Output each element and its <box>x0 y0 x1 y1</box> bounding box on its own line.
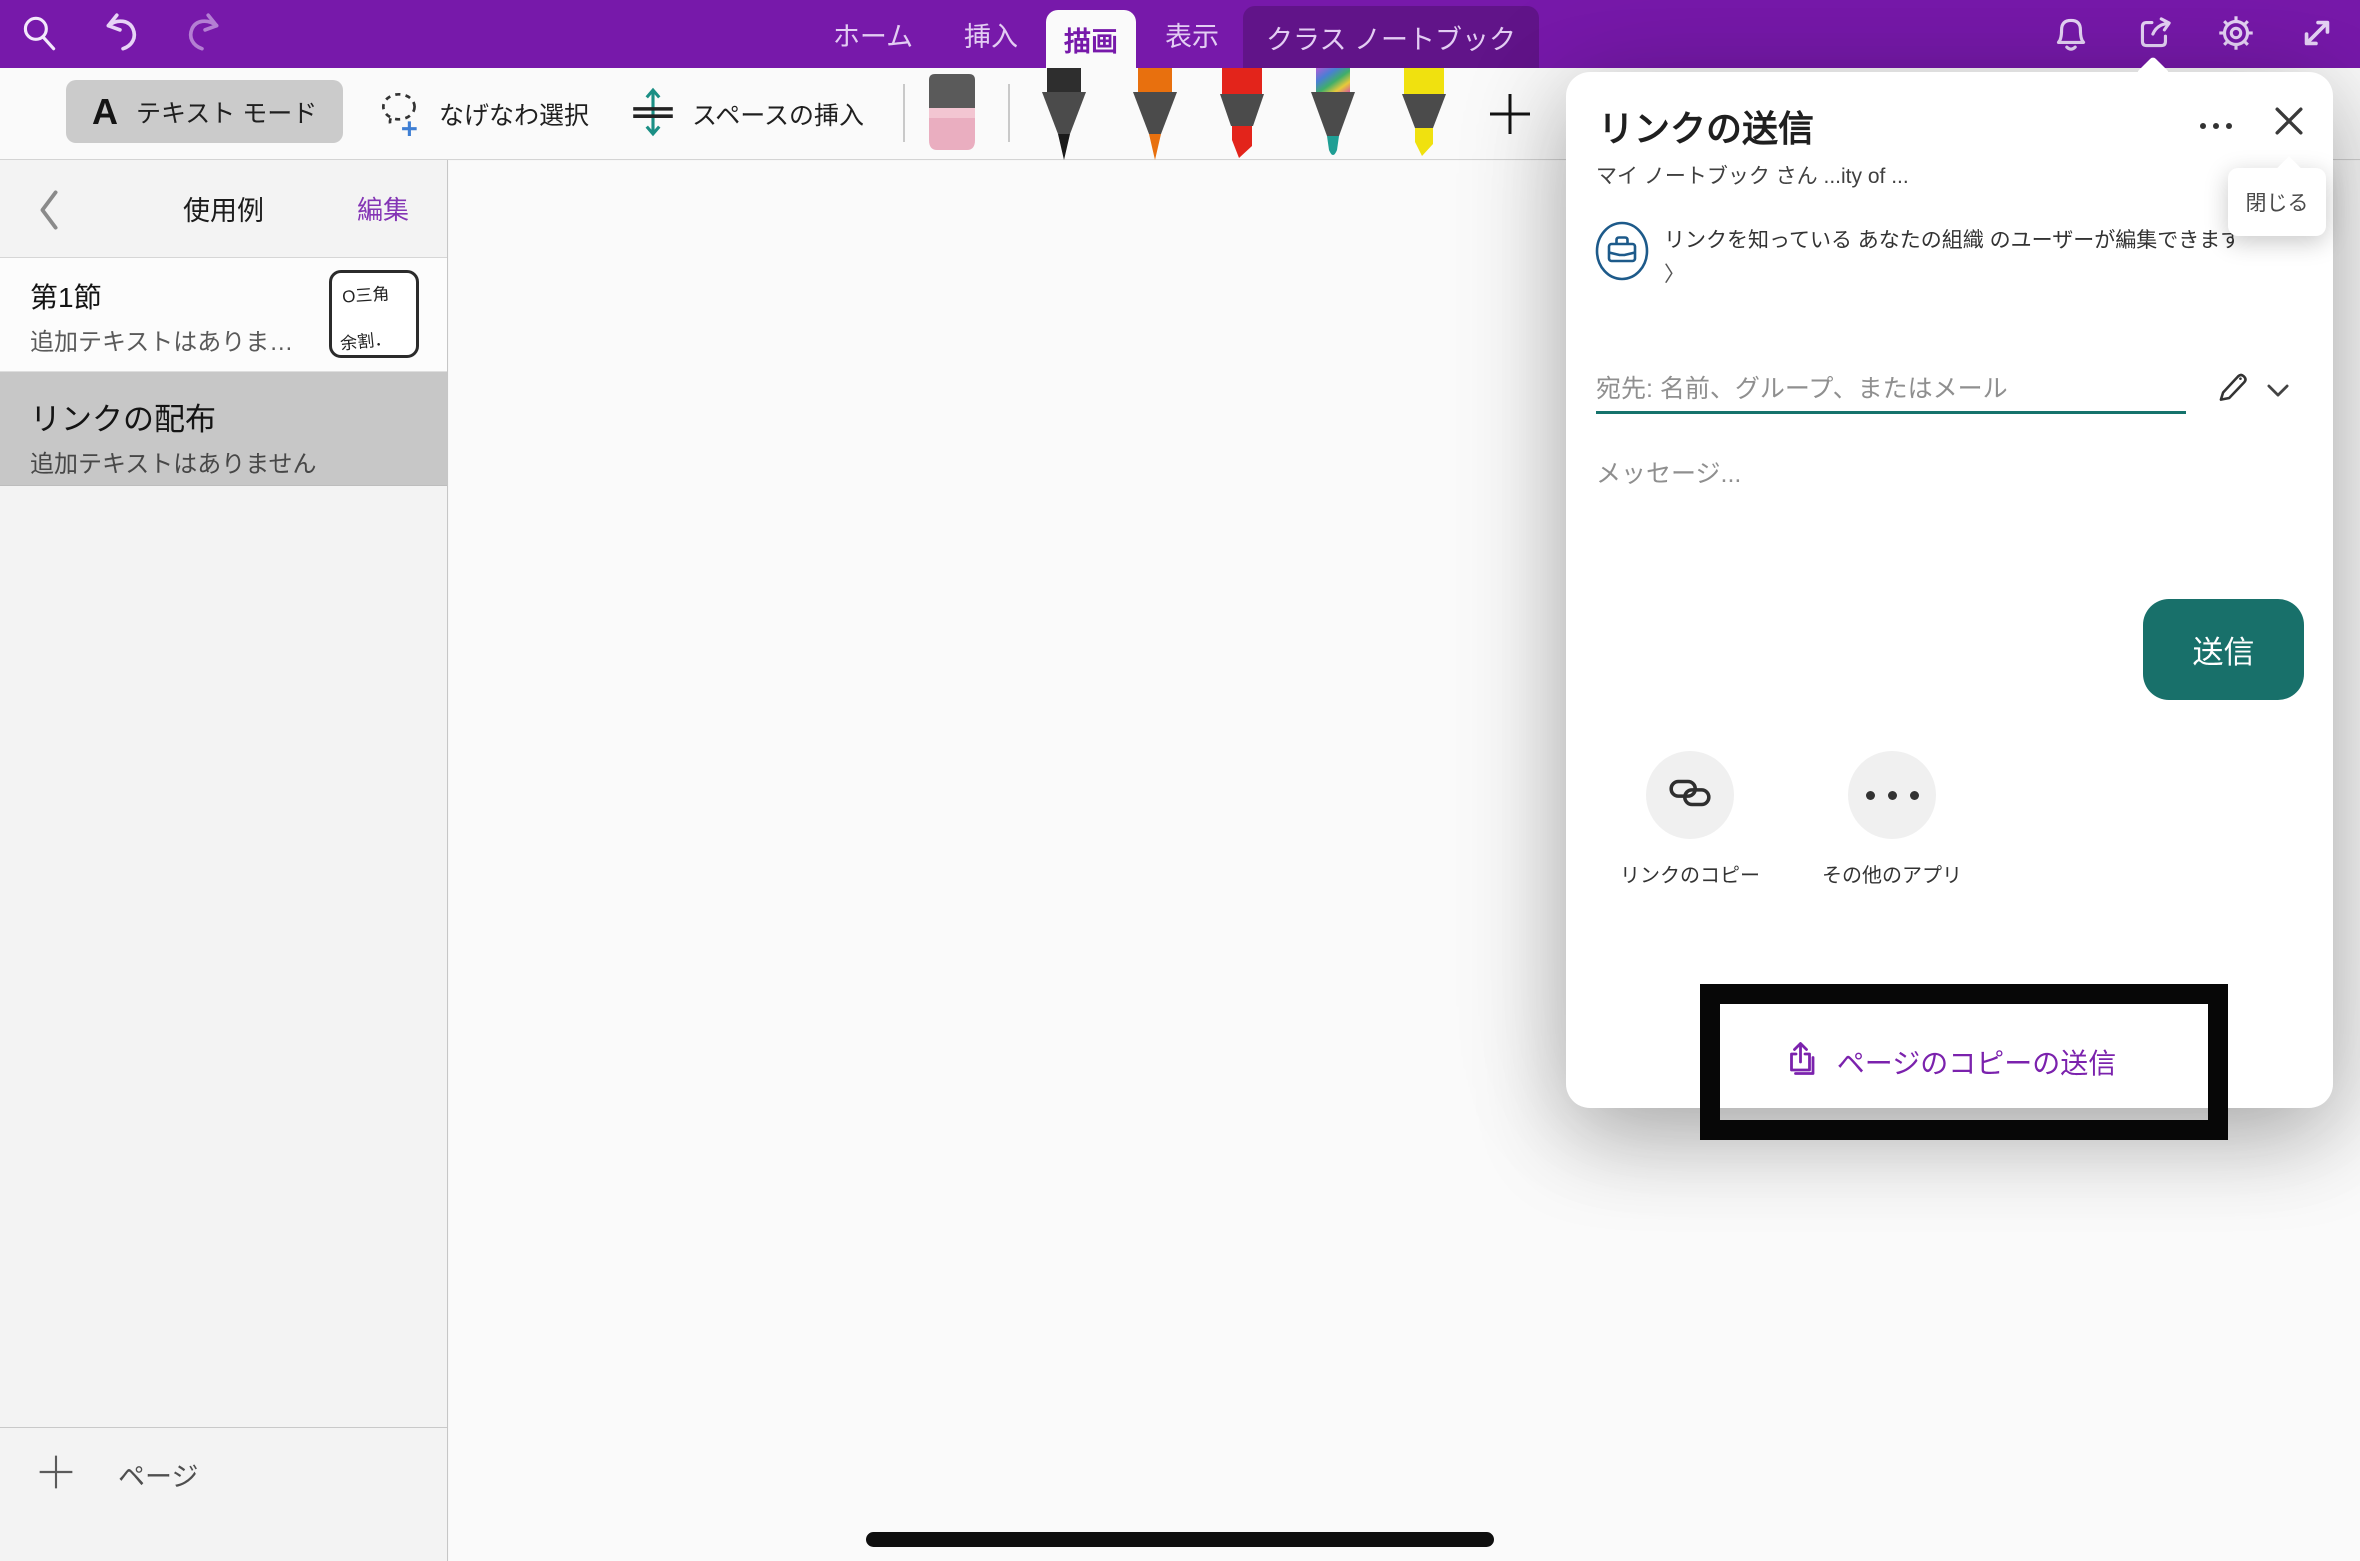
pencil-edit-icon[interactable] <box>2212 368 2252 408</box>
lasso-icon <box>375 87 425 142</box>
page-title: リンクの配布 <box>30 394 216 439</box>
chevron-right-icon: 〉 <box>1664 263 1685 286</box>
more-apps-button[interactable]: その他のアプリ <box>1812 751 1972 888</box>
recipient-input[interactable] <box>1596 368 2186 414</box>
yellow-highlighter-tool[interactable] <box>1397 68 1451 167</box>
link-permission-row[interactable]: リンクを知っている あなたの組織 のユーザーが編集できます 〉 <box>1594 220 2304 292</box>
message-input[interactable] <box>1596 452 2136 496</box>
page-thumbnail: O三角 余割． <box>329 270 419 358</box>
text-mode-button[interactable]: A テキスト モード <box>66 80 343 143</box>
redo-icon[interactable] <box>178 8 228 58</box>
insert-space-button[interactable]: スペースの挿入 <box>628 68 864 160</box>
page-subtitle: 追加テキストはありません <box>30 444 317 479</box>
thumbnail-handwriting-line1: O三角 <box>341 279 390 307</box>
settings-gear-icon[interactable] <box>2211 8 2261 58</box>
eraser-tool[interactable] <box>926 72 978 157</box>
ellipsis-icon <box>1866 791 1919 800</box>
tab-insert[interactable]: 挿入 <box>961 0 1021 68</box>
add-page-label: ページ <box>118 1455 198 1494</box>
send-link-dialog: リンクの送信 マイ ノートブック さん ...ity of ... リンクを知っ… <box>1566 72 2333 1108</box>
toolbar-divider <box>903 84 905 142</box>
more-apps-label: その他のアプリ <box>1812 859 1972 888</box>
sidebar-header: 使用例 編集 <box>0 160 447 258</box>
tab-class-notebook-label: クラス ノートブック <box>1266 18 1516 57</box>
send-page-copy-label: ページのコピーの送信 <box>1837 1042 2116 1082</box>
search-icon[interactable] <box>14 8 64 58</box>
black-pen-tool[interactable] <box>1037 68 1091 167</box>
thumbnail-handwriting-line2: 余割． <box>339 324 392 354</box>
page-title: 第1節 <box>30 276 102 316</box>
text-mode-label: テキスト モード <box>136 94 317 130</box>
tab-view-label: 表示 <box>1165 15 1219 54</box>
dialog-title: リンクの送信 <box>1598 100 1814 152</box>
expand-icon[interactable] <box>2292 8 2342 58</box>
edit-button[interactable]: 編集 <box>357 190 409 227</box>
add-pen-plus-icon[interactable] <box>1482 68 1538 160</box>
notifications-bell-icon[interactable] <box>2046 8 2096 58</box>
rainbow-pen-tool[interactable] <box>1306 68 1360 167</box>
page-list-item-selected[interactable]: リンクの配布 追加テキストはありません <box>0 372 447 486</box>
insert-space-label: スペースの挿入 <box>692 96 864 132</box>
tab-home-label: ホーム <box>833 15 913 54</box>
tab-class-notebook[interactable]: クラス ノートブック <box>1243 6 1539 68</box>
more-options-icon[interactable] <box>2190 108 2242 144</box>
tab-draw-label: 描画 <box>1064 20 1118 59</box>
notebook-subtitle: マイ ノートブック さん ...ity of ... <box>1596 160 1909 190</box>
page-subtitle: 追加テキストはありま… <box>30 322 293 357</box>
link-chain-icon <box>1667 770 1713 821</box>
send-button[interactable]: 送信 <box>2143 599 2304 700</box>
permission-text: リンクを知っている あなたの組織 のユーザーが編集できます 〉 <box>1664 220 2248 292</box>
undo-icon[interactable] <box>97 8 147 58</box>
lasso-select-button[interactable]: なげなわ選択 <box>375 68 589 160</box>
send-page-copy-button[interactable]: ページのコピーの送信 <box>1566 1032 2333 1092</box>
close-icon[interactable] <box>2268 100 2310 142</box>
toolbar-divider <box>1008 84 1010 142</box>
add-page-button[interactable]: ページ <box>0 1427 447 1561</box>
chevron-down-icon[interactable] <box>2262 374 2294 406</box>
red-highlighter-tool[interactable] <box>1215 68 1269 167</box>
copy-link-circle <box>1646 751 1734 839</box>
tooltip-label: 閉じる <box>2246 187 2309 217</box>
organization-briefcase-icon <box>1594 220 1650 292</box>
page-list-sidebar: 使用例 編集 第1節 追加テキストはありま… O三角 余割． リンクの配布 追加… <box>0 160 448 1561</box>
page-list-item[interactable]: 第1節 追加テキストはありま… O三角 余割． <box>0 258 447 372</box>
plus-icon <box>38 1454 74 1495</box>
share-page-icon <box>1783 1040 1823 1085</box>
home-indicator[interactable] <box>866 1532 1494 1547</box>
close-tooltip: 閉じる <box>2228 168 2326 236</box>
tab-view[interactable]: 表示 <box>1162 0 1222 68</box>
orange-pen-tool[interactable] <box>1128 68 1182 167</box>
insert-space-icon <box>628 87 678 142</box>
more-apps-circle <box>1848 751 1936 839</box>
lasso-label: なげなわ選択 <box>439 96 589 132</box>
share-icon[interactable] <box>2130 8 2180 58</box>
app-top-bar: ホーム 挿入 描画 表示 クラス ノートブック <box>0 0 2360 68</box>
tab-insert-label: 挿入 <box>964 15 1018 54</box>
copy-link-label: リンクのコピー <box>1610 859 1770 888</box>
tab-home[interactable]: ホーム <box>817 0 929 68</box>
text-mode-a-icon: A <box>92 91 118 133</box>
tab-draw-active[interactable]: 描画 <box>1046 10 1136 68</box>
copy-link-button[interactable]: リンクのコピー <box>1610 751 1770 888</box>
back-chevron-icon[interactable] <box>34 188 64 232</box>
